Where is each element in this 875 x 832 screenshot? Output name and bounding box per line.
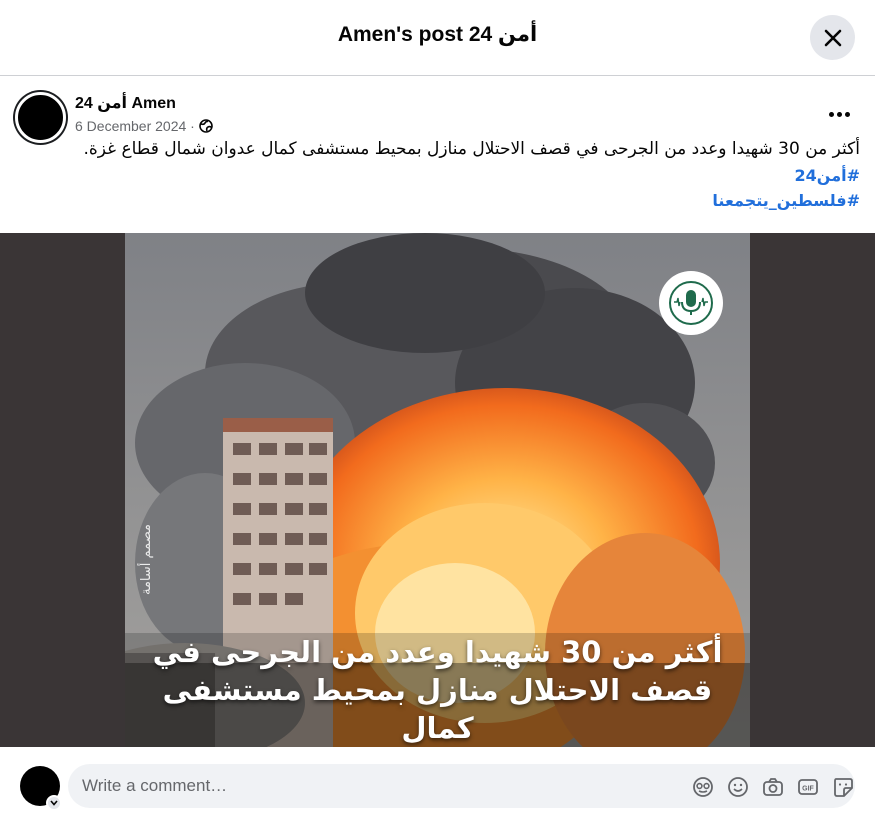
caption-line-2: قصف الاحتلال منازل بمحيط مستشفى كمال: [162, 673, 713, 745]
more-icon-dot: [836, 111, 842, 117]
post-media[interactable]: مصمم أسامة أكثر من 30 شهيدا وعدد من الجر…: [0, 233, 875, 747]
chevron-down-icon: [50, 800, 58, 806]
photo-caption: أكثر من 30 شهيدا وعدد من الجرحى في قصف ا…: [125, 633, 750, 747]
gif-button[interactable]: GIF: [795, 774, 820, 799]
comment-tools: GIF: [690, 774, 855, 799]
hashtag-link[interactable]: #فلسطين_يتجمعنا: [15, 190, 860, 212]
hashtag-link[interactable]: #أمن24: [15, 162, 860, 190]
post-header: 24 أمن Amen 6 December 2024 ·: [0, 76, 875, 143]
emoji-icon: [727, 776, 748, 797]
microphone-logo-icon: [669, 281, 713, 325]
sticker-button[interactable]: [830, 774, 855, 799]
post-dialog-header: Amen's post 24 أمن: [0, 0, 875, 76]
post-photo[interactable]: مصمم أسامة أكثر من 30 شهيدا وعدد من الجر…: [125, 233, 750, 747]
camera-icon: [762, 777, 783, 796]
comment-composer: GIF: [0, 747, 875, 832]
gif-icon: GIF: [797, 778, 818, 795]
post-meta: 6 December 2024 ·: [75, 118, 213, 134]
sticker-icon: [833, 777, 853, 797]
post-text: أكثر من 30 شهيدا وعدد من الجرحى في قصف ا…: [83, 139, 860, 159]
emoji-button[interactable]: [725, 774, 750, 799]
profile-switch-button[interactable]: [46, 795, 62, 811]
photo-watermark: مصمم أسامة: [139, 524, 154, 595]
svg-text:GIF: GIF: [802, 785, 814, 792]
globe-icon[interactable]: [199, 119, 213, 133]
more-options-button[interactable]: [821, 104, 857, 124]
author-name[interactable]: 24 أمن Amen: [75, 93, 176, 113]
post-date[interactable]: 6 December 2024 ·: [75, 118, 195, 134]
avatar-sticker-button[interactable]: [690, 774, 715, 799]
photo-upload-button[interactable]: [760, 774, 785, 799]
more-icon-dot: [844, 111, 850, 117]
more-icon: [828, 111, 834, 117]
post-body: أكثر من 30 شهيدا وعدد من الجرحى في قصف ا…: [15, 137, 860, 212]
caption-line-1: أكثر من 30 شهيدا وعدد من الجرحى في: [152, 635, 723, 669]
dialog-title: Amen's post 24 أمن: [337, 23, 538, 46]
brand-logo: [659, 271, 723, 335]
close-icon: [824, 29, 841, 46]
close-button[interactable]: [810, 15, 855, 60]
author-avatar[interactable]: [15, 92, 66, 143]
avatar-icon: [692, 776, 713, 797]
